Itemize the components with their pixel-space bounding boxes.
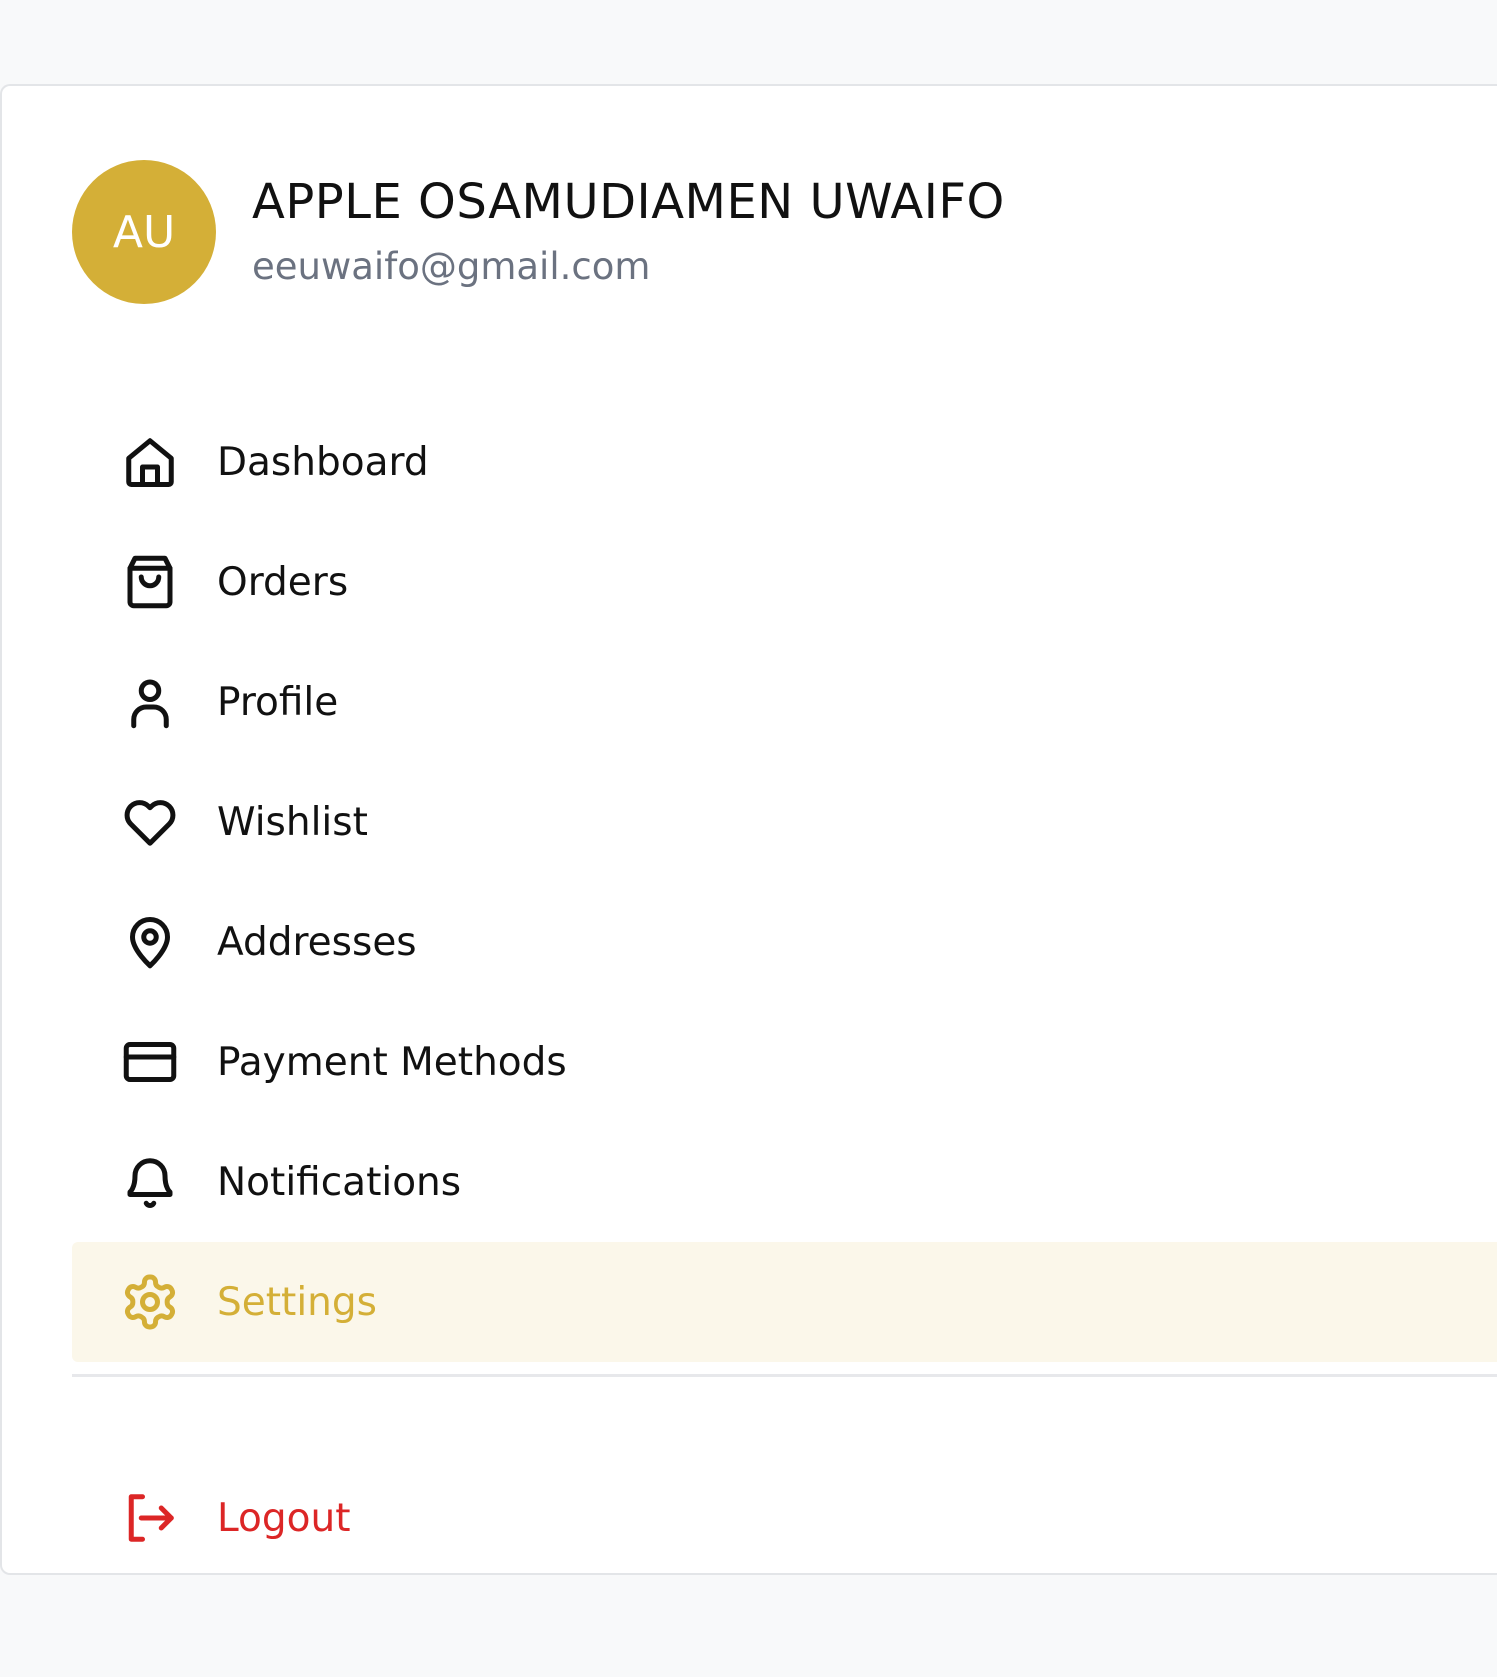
credit-card-icon <box>120 1032 180 1092</box>
nav-item-wishlist[interactable]: Wishlist <box>72 762 1497 882</box>
account-nav: Dashboard Orders Profile Wishlist Addres… <box>72 402 1497 1377</box>
avatar: AU <box>72 160 216 304</box>
map-pin-icon <box>120 912 180 972</box>
profile-info: APPLE OSAMUDIAMEN UWAIFO eeuwaifo@gmail.… <box>252 174 1005 289</box>
avatar-initials: AU <box>112 206 176 258</box>
nav-item-label: Payment Methods <box>217 1039 567 1085</box>
nav-item-label: Orders <box>217 559 349 605</box>
nav-item-profile[interactable]: Profile <box>72 642 1497 762</box>
bell-icon <box>120 1152 180 1212</box>
shopping-bag-icon <box>120 552 180 612</box>
nav-item-label: Dashboard <box>217 439 429 485</box>
nav-item-label: Addresses <box>217 919 417 965</box>
profile-header: AU APPLE OSAMUDIAMEN UWAIFO eeuwaifo@gma… <box>72 160 1005 304</box>
user-icon <box>120 672 180 732</box>
nav-item-payment-methods[interactable]: Payment Methods <box>72 1002 1497 1122</box>
account-menu-card: AU APPLE OSAMUDIAMEN UWAIFO eeuwaifo@gma… <box>0 84 1497 1575</box>
nav-item-label: Settings <box>217 1279 377 1325</box>
home-icon <box>120 432 180 492</box>
logout-label: Logout <box>217 1495 351 1541</box>
nav-item-addresses[interactable]: Addresses <box>72 882 1497 1002</box>
nav-item-label: Notifications <box>217 1159 462 1205</box>
user-email: eeuwaifo@gmail.com <box>252 245 651 289</box>
gear-icon <box>120 1272 180 1332</box>
nav-item-orders[interactable]: Orders <box>72 522 1497 642</box>
nav-item-notifications[interactable]: Notifications <box>72 1122 1497 1242</box>
logout-icon <box>120 1488 180 1548</box>
logout-button[interactable]: Logout <box>72 1458 1497 1578</box>
user-name: APPLE OSAMUDIAMEN UWAIFO <box>252 174 1005 231</box>
heart-icon <box>120 792 180 852</box>
nav-item-label: Wishlist <box>217 799 368 845</box>
nav-item-dashboard[interactable]: Dashboard <box>72 402 1497 522</box>
nav-item-settings[interactable]: Settings <box>72 1242 1497 1362</box>
nav-item-label: Profile <box>217 679 339 725</box>
divider <box>72 1374 1497 1377</box>
